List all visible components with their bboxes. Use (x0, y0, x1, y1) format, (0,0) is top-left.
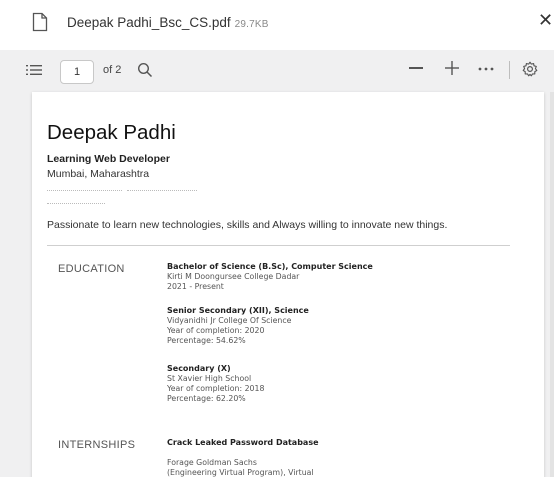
settings-icon[interactable] (522, 61, 538, 77)
education-line: Percentage: 62.20% (167, 394, 246, 403)
zoom-in-icon[interactable] (445, 61, 459, 75)
education-entry: Secondary (X) St Xavier High School Year… (167, 364, 507, 404)
pdf-viewer: 1 of 2 Deepak Padhi Learning Web Develop… (0, 50, 554, 477)
pdf-page: Deepak Padhi Learning Web Developer Mumb… (32, 92, 544, 477)
resume-name: Deepak Padhi (47, 121, 176, 144)
page-number-input[interactable]: 1 (60, 60, 94, 84)
toolbar-divider (509, 61, 510, 79)
file-name-text: Deepak Padhi_Bsc_CS.pdf (67, 15, 231, 30)
file-name: Deepak Padhi_Bsc_CS.pdf 29.7KB (67, 15, 269, 30)
scrollbar[interactable] (550, 92, 554, 477)
page-count: of 2 (103, 64, 122, 76)
education-title: Bachelor of Science (B.Sc), Computer Sci… (167, 262, 373, 271)
pdf-toolbar: 1 of 2 (0, 50, 554, 90)
redacted-contact-line (47, 203, 105, 205)
education-title: Secondary (X) (167, 364, 231, 373)
internships-label: INTERNSHIPS (58, 439, 136, 451)
education-line: Year of completion: 2018 (167, 384, 265, 393)
redacted-contact-line (127, 190, 197, 192)
more-icon[interactable] (478, 67, 494, 71)
search-icon[interactable] (137, 62, 153, 78)
file-bar: Deepak Padhi_Bsc_CS.pdf 29.7KB ✕ (0, 0, 554, 46)
file-size: 29.7KB (234, 19, 269, 30)
education-title: Senior Secondary (XII), Science (167, 306, 309, 315)
outline-icon[interactable] (26, 64, 42, 76)
education-line: 2021 - Present (167, 282, 224, 291)
education-label: EDUCATION (58, 263, 125, 275)
resume-location: Mumbai, Maharashtra (47, 168, 150, 180)
resume-summary: Passionate to learn new technologies, sk… (47, 219, 448, 231)
internship-line: (Engineering Virtual Program), Virtual (167, 468, 314, 477)
education-line: Percentage: 54.62% (167, 336, 246, 345)
redacted-contact-line (47, 190, 122, 192)
education-line: Year of completion: 2020 (167, 326, 265, 335)
section-divider (47, 245, 510, 246)
resume-role: Learning Web Developer (47, 153, 170, 165)
education-entry: Senior Secondary (XII), Science Vidyanid… (167, 306, 507, 346)
internship-line: Forage Goldman Sachs (167, 458, 257, 467)
education-line: St Xavier High School (167, 374, 252, 383)
internship-entry: Crack Leaked Password Database Forage Go… (167, 438, 507, 477)
education-line: Vidyanidhi Jr College Of Science (167, 316, 292, 325)
document-icon (32, 12, 48, 32)
close-icon[interactable]: ✕ (538, 10, 553, 30)
education-entry: Bachelor of Science (B.Sc), Computer Sci… (167, 262, 507, 292)
education-line: Kirti M Doongursee College Dadar (167, 272, 300, 281)
internship-title: Crack Leaked Password Database (167, 438, 319, 447)
zoom-out-icon[interactable] (409, 67, 423, 69)
